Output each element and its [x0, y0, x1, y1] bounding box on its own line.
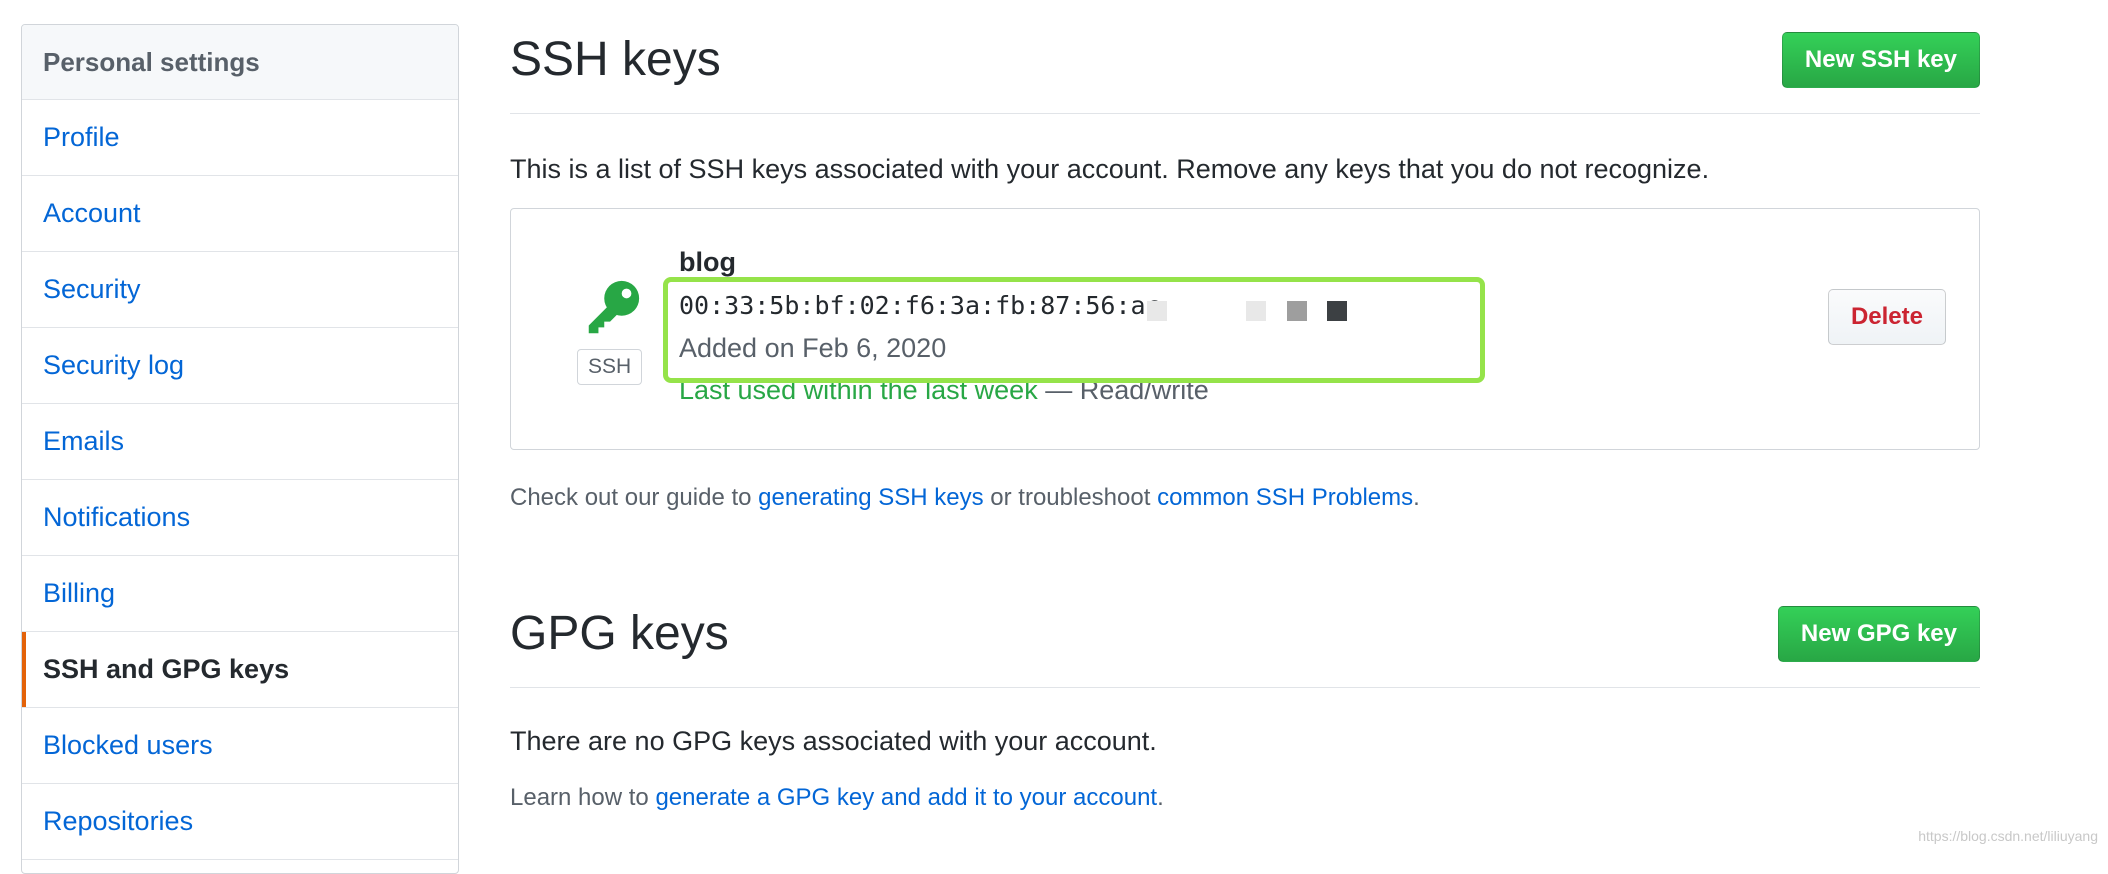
delete-key-button[interactable]: Delete	[1827, 289, 1946, 345]
gpg-learn-suffix: .	[1157, 784, 1164, 811]
redacted-block	[1327, 301, 1347, 321]
generating-ssh-keys-link[interactable]: generating SSH keys	[758, 484, 983, 511]
generate-gpg-key-link[interactable]: generate a GPG key and add it to your ac…	[655, 784, 1157, 811]
guide-prefix: Check out our guide to	[510, 484, 759, 511]
ssh-section-title: SSH keys	[510, 33, 721, 86]
ssh-section-header: SSH keys New SSH key	[510, 24, 1980, 114]
guide-suffix: .	[1413, 484, 1420, 511]
sidebar-item-notifications[interactable]: Notifications	[22, 480, 458, 556]
new-gpg-key-button[interactable]: New GPG key	[1777, 606, 1980, 662]
key-last-used: Last used within the last week — Read/wr…	[679, 375, 1209, 406]
redacted-block	[1147, 301, 1167, 321]
sidebar-item-profile[interactable]: Profile	[22, 100, 458, 176]
gpg-learn-prefix: Learn how to	[510, 784, 656, 811]
sidebar-header: Personal settings	[22, 25, 458, 100]
key-fingerprint: 00:33:5b:bf:02:f6:3a:fb:87:56:ac	[679, 291, 1161, 320]
common-ssh-problems-link[interactable]: common SSH Problems	[1157, 484, 1413, 511]
sidebar-item-repositories[interactable]: Repositories	[22, 784, 458, 860]
key-last-used-status: Last used within the last week	[679, 375, 1038, 405]
redacted-block	[1287, 301, 1307, 321]
key-added-date: Added on Feb 6, 2020	[679, 333, 947, 363]
key-icon	[588, 280, 640, 334]
ssh-key-item: SSH blog 00:33:5b:bf:02:f6:3a:fb:87:56:a…	[510, 208, 1980, 450]
key-title: blog	[679, 247, 736, 277]
sidebar-item-security-log[interactable]: Security log	[22, 328, 458, 404]
key-access-level: — Read/write	[1037, 375, 1209, 405]
gpg-learn-text: Learn how to generate a GPG key and add …	[510, 784, 1164, 812]
sidebar-item-blocked-users[interactable]: Blocked users	[22, 708, 458, 784]
gpg-empty-text: There are no GPG keys associated with yo…	[510, 726, 1157, 756]
sidebar-item-billing[interactable]: Billing	[22, 556, 458, 632]
new-ssh-key-button[interactable]: New SSH key	[1781, 32, 1980, 88]
sidebar-item-ssh-gpg-keys[interactable]: SSH and GPG keys	[22, 632, 458, 708]
sidebar-item-account[interactable]: Account	[22, 176, 458, 252]
settings-sidebar: Personal settings Profile Account Securi…	[21, 24, 459, 874]
guide-middle: or troubleshoot	[983, 484, 1158, 511]
gpg-section-header: GPG keys New GPG key	[510, 598, 1980, 688]
redacted-block	[1246, 301, 1266, 321]
sidebar-item-emails[interactable]: Emails	[22, 404, 458, 480]
watermark: https://blog.csdn.net/liliuyang	[1918, 828, 2098, 844]
ssh-guide-text: Check out our guide to generating SSH ke…	[510, 484, 1420, 512]
gpg-section-title: GPG keys	[510, 607, 729, 660]
ssh-intro-text: This is a list of SSH keys associated wi…	[510, 154, 1710, 184]
key-type-badge: SSH	[577, 349, 643, 385]
sidebar-item-security[interactable]: Security	[22, 252, 458, 328]
